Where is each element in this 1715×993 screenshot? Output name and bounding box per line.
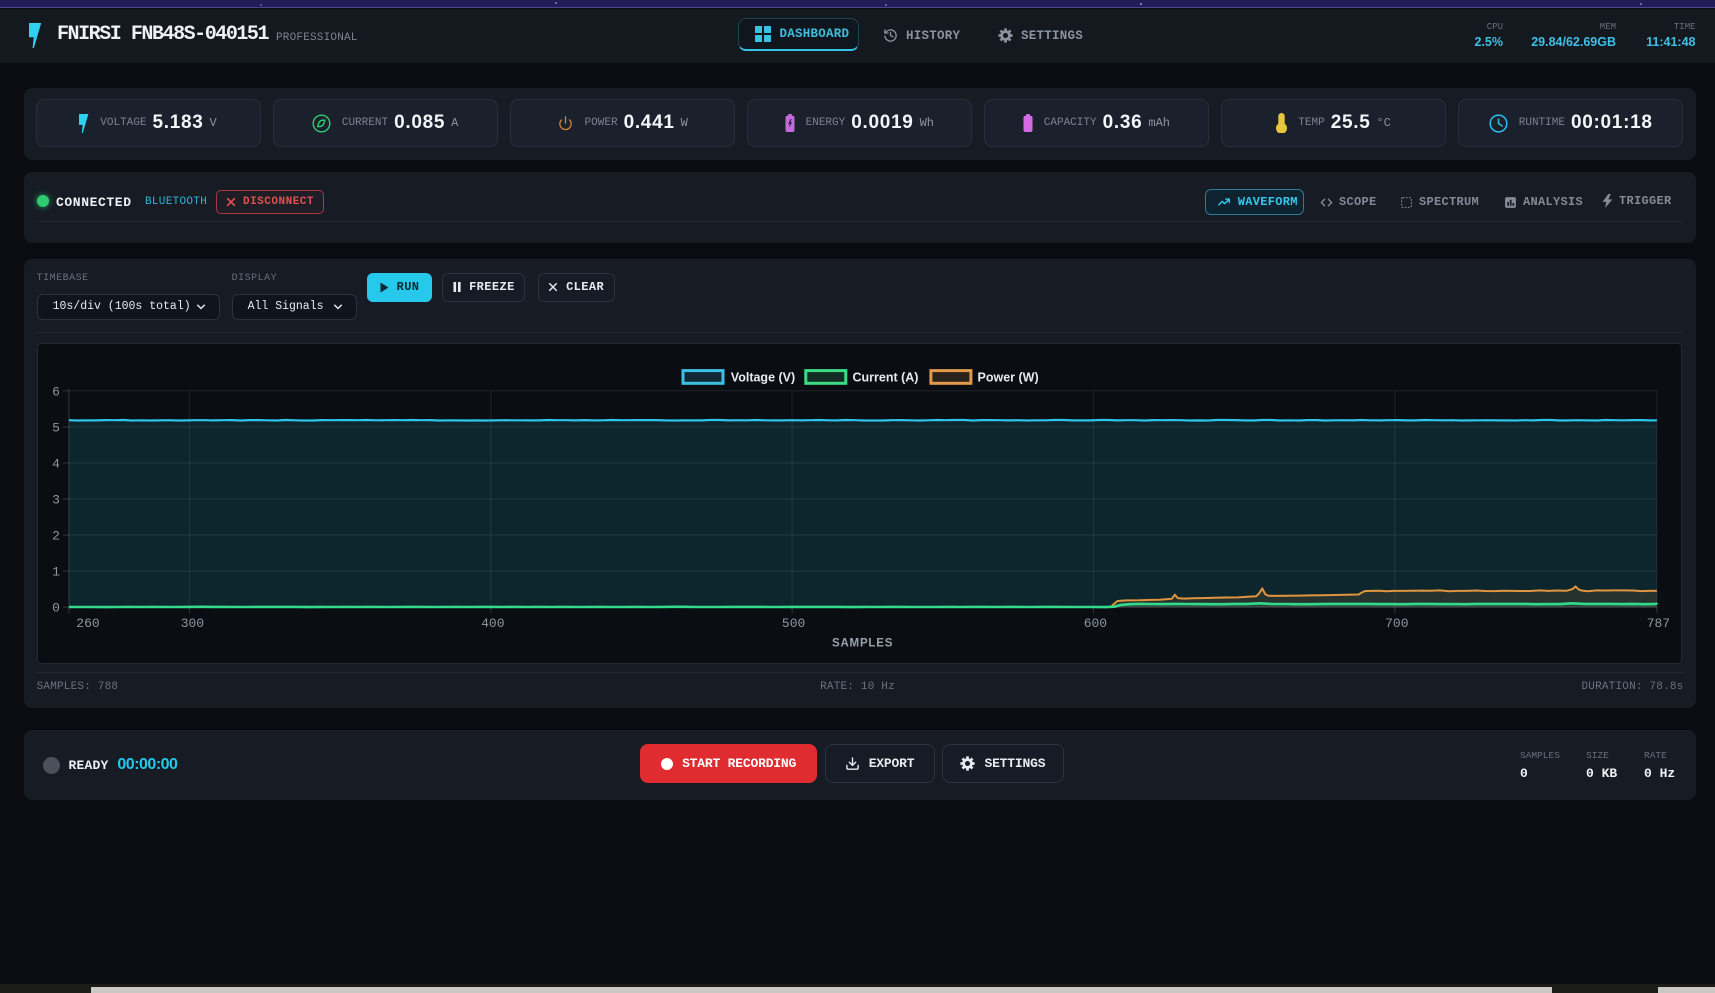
svg-text:260: 260 — [76, 616, 99, 631]
svg-text:Power (W): Power (W) — [977, 370, 1038, 384]
svg-text:4: 4 — [52, 456, 60, 471]
svg-text:787: 787 — [1646, 616, 1669, 631]
svg-text:600: 600 — [1083, 616, 1106, 631]
svg-text:6: 6 — [52, 384, 60, 399]
svg-text:0: 0 — [52, 600, 60, 615]
svg-text:SAMPLES: SAMPLES — [831, 637, 892, 649]
svg-text:400: 400 — [481, 616, 504, 631]
svg-text:5: 5 — [52, 420, 60, 435]
svg-text:2: 2 — [52, 528, 60, 543]
svg-text:300: 300 — [180, 616, 203, 631]
svg-text:1: 1 — [52, 564, 60, 579]
svg-text:500: 500 — [781, 616, 804, 631]
svg-text:Voltage (V): Voltage (V) — [730, 370, 794, 384]
svg-text:3: 3 — [52, 492, 60, 507]
svg-text:700: 700 — [1385, 616, 1408, 631]
svg-text:Current (A): Current (A) — [852, 370, 918, 384]
